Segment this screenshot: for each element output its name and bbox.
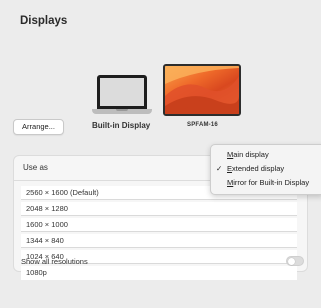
use-as-menu: Main display ✓ Extended display Mirror f… bbox=[210, 144, 321, 195]
menu-item-label: ain display bbox=[233, 150, 269, 159]
page-title: Displays bbox=[20, 15, 68, 27]
menu-item-extended-display[interactable]: ✓ Extended display bbox=[211, 163, 321, 175]
external-display-label: SPFAM-16 bbox=[187, 122, 218, 128]
builtin-display-thumbnail[interactable] bbox=[92, 75, 152, 127]
arrange-button[interactable]: Arrange... bbox=[13, 119, 64, 135]
external-display-thumbnail[interactable] bbox=[163, 64, 241, 116]
menu-item-label: xtended display bbox=[232, 164, 285, 173]
builtin-display-label: Built-in Display bbox=[92, 121, 151, 130]
check-icon: ✓ bbox=[216, 164, 223, 173]
resolution-option[interactable]: 1080p bbox=[21, 266, 297, 280]
menu-item-mirror-display[interactable]: Mirror for Built-in Display bbox=[211, 177, 321, 189]
resolution-option[interactable]: 1600 × 1000 bbox=[21, 218, 297, 232]
resolution-list: 2560 × 1600 (Default) 2048 × 1280 1600 ×… bbox=[21, 186, 297, 282]
toggle-knob bbox=[288, 258, 295, 265]
builtin-display-screen bbox=[97, 75, 147, 109]
show-all-resolutions-label: Show all resolutions bbox=[21, 257, 88, 266]
wallpaper-image bbox=[165, 66, 239, 114]
resolution-option[interactable]: 2048 × 1280 bbox=[21, 202, 297, 216]
menu-item-label: irror for Built-in Display bbox=[233, 178, 310, 187]
use-as-label: Use as bbox=[23, 163, 48, 172]
menu-item-main-display[interactable]: Main display bbox=[211, 149, 321, 161]
show-all-resolutions-toggle[interactable] bbox=[286, 256, 304, 266]
resolution-option[interactable]: 1344 × 840 bbox=[21, 234, 297, 248]
builtin-display-base bbox=[92, 109, 152, 114]
